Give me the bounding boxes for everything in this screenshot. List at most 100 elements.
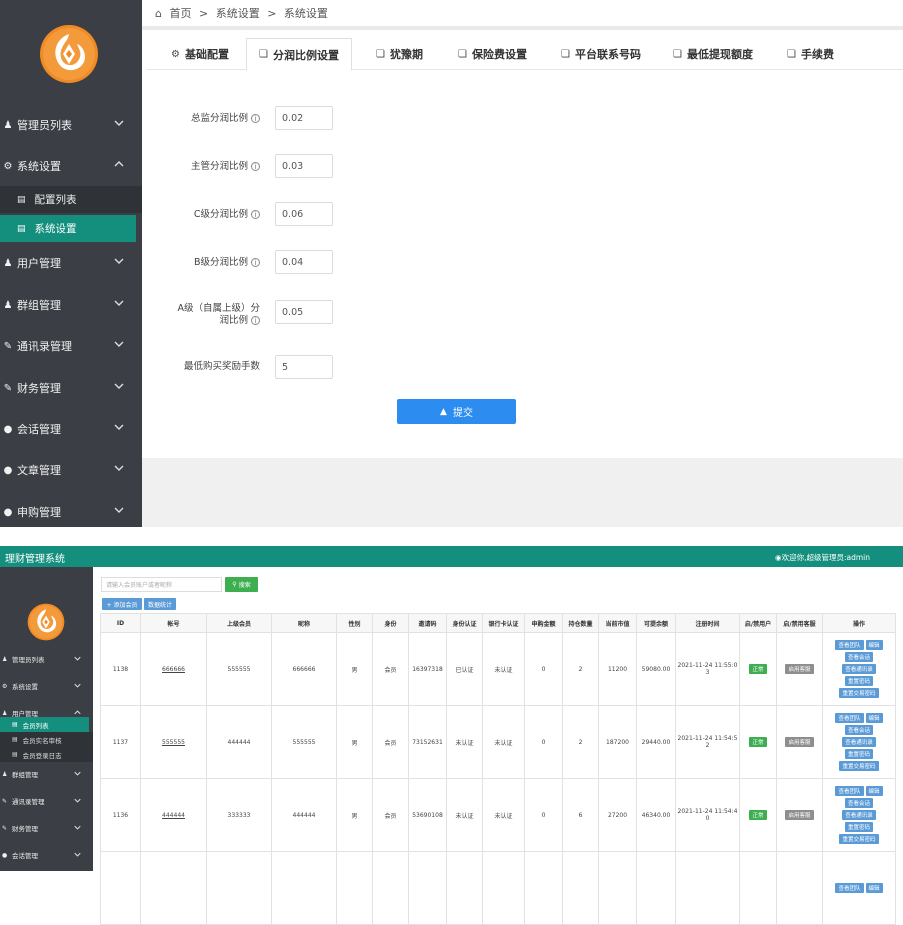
home-icon[interactable]: ⌂	[155, 7, 162, 20]
sidebar-subitem[interactable]: ▤ 会员登录日志	[0, 747, 93, 762]
edit-button[interactable]: 编辑	[865, 883, 883, 893]
a-level-ratio-input[interactable]: 0.05	[275, 300, 333, 324]
chevron-down-icon[interactable]	[74, 655, 81, 662]
sidebar-item[interactable]: ● 申购管理	[0, 497, 142, 527]
cell-bank_auth: 未认证	[482, 632, 525, 706]
view-contacts-button[interactable]: 查看通讯录	[842, 737, 876, 747]
edit-button[interactable]: 编辑	[865, 713, 883, 723]
view-chat-button[interactable]: 查看会话	[844, 725, 873, 735]
tab-insurance[interactable]: ❏ 保险费设置	[458, 38, 527, 70]
submit-button[interactable]: ▲ 提交	[397, 399, 516, 424]
reset-password-button[interactable]: 重置密码	[844, 822, 873, 832]
info-icon[interactable]: i	[251, 114, 260, 123]
sidebar-item[interactable]: ♟ 管理员列表	[0, 649, 93, 669]
tab-basic[interactable]: ⚙ 基础配置	[171, 38, 229, 70]
cs-toggle-button[interactable]: 启用客服	[785, 810, 814, 820]
edit-button[interactable]: 编辑	[865, 786, 883, 796]
sidebar-item[interactable]: ● 会话管理	[0, 414, 142, 444]
view-contacts-button[interactable]: 查看通讯录	[842, 664, 876, 674]
edit-button[interactable]: 编辑	[865, 640, 883, 650]
search-button[interactable]: ⚲ 搜索	[225, 577, 258, 592]
chevron-down-icon[interactable]	[114, 463, 124, 473]
reset-trade-password-button[interactable]: 重置交易密码	[839, 761, 879, 771]
chevron-down-icon[interactable]	[74, 851, 81, 858]
info-icon[interactable]: i	[251, 162, 260, 171]
min-buy-lots-input[interactable]: 5	[275, 355, 333, 379]
chevron-down-icon[interactable]	[114, 339, 124, 349]
sidebar-subitem[interactable]: ▤ 会员实名审核	[0, 732, 93, 747]
info-icon[interactable]: i	[251, 316, 260, 325]
cs-toggle-button[interactable]: 启用客服	[785, 664, 814, 674]
b-level-ratio-input[interactable]: 0.04	[275, 250, 333, 274]
chevron-down-icon[interactable]	[114, 505, 124, 515]
sidebar-item[interactable]: ✎ 财务管理	[0, 373, 142, 403]
stats-button[interactable]: 数据统计	[144, 598, 176, 610]
view-contacts-button[interactable]: 查看通讯录	[842, 810, 876, 820]
status-badge[interactable]: 正常	[749, 810, 767, 820]
breadcrumb-section[interactable]: 系统设置	[216, 7, 260, 20]
view-team-button[interactable]: 查看团队	[835, 786, 864, 796]
sidebar-item[interactable]: ✎ 通讯录管理	[0, 331, 142, 361]
chevron-down-icon[interactable]	[114, 298, 124, 308]
chevron-down-icon[interactable]	[114, 381, 124, 391]
cell-account[interactable]: 555555	[140, 705, 207, 779]
cell	[675, 851, 740, 925]
view-team-button[interactable]: 查看团队	[835, 713, 864, 723]
view-team-button[interactable]: 查看团队	[835, 640, 864, 650]
cell-account[interactable]: 444444	[140, 778, 207, 852]
sidebar-item[interactable]: ♟ 群组管理	[0, 290, 142, 320]
chevron-down-icon[interactable]	[74, 682, 81, 689]
chevron-down-icon[interactable]	[114, 422, 124, 432]
sidebar-item[interactable]: ● 会话管理	[0, 845, 93, 865]
status-badge[interactable]: 正常	[749, 737, 767, 747]
sidebar-item[interactable]: ✎ 财务管理	[0, 818, 93, 838]
column-header: 帐号	[140, 613, 207, 633]
column-header: ID	[100, 613, 141, 633]
tab-min-withdraw[interactable]: ❏ 最低提现额度	[673, 38, 753, 70]
view-team-button[interactable]: 查看团队	[835, 883, 864, 893]
sidebar-item-label: 会话管理	[12, 852, 38, 860]
info-icon[interactable]: i	[251, 210, 260, 219]
director-ratio-input[interactable]: 0.02	[275, 106, 333, 130]
chevron-down-icon[interactable]	[114, 256, 124, 266]
chevron-down-icon[interactable]	[74, 824, 81, 831]
sidebar-subitem[interactable]: ▤ 配置列表	[0, 186, 142, 213]
chevron-down-icon[interactable]	[114, 118, 124, 128]
breadcrumb-home[interactable]: 首页	[169, 7, 191, 20]
reset-password-button[interactable]: 重置密码	[844, 676, 873, 686]
cell-balance: 59080.00	[636, 632, 676, 706]
reset-trade-password-button[interactable]: 重置交易密码	[839, 834, 879, 844]
tab-profit-ratio[interactable]: ❏ 分润比例设置	[246, 38, 352, 71]
supervisor-ratio-input[interactable]: 0.03	[275, 154, 333, 178]
cs-toggle-button[interactable]: 启用客服	[785, 737, 814, 747]
search-input[interactable]: 请输入会员账户或者昵称	[101, 577, 222, 592]
view-chat-button[interactable]: 查看会话	[844, 652, 873, 662]
tab-fee[interactable]: ❏ 手续费	[787, 38, 834, 70]
tab-contact[interactable]: ❏ 平台联系号码	[561, 38, 641, 70]
add-member-button[interactable]: + 添加会员	[102, 598, 142, 610]
sidebar-item[interactable]: ♟ 群组管理	[0, 764, 93, 784]
app-logo	[40, 25, 98, 83]
info-icon[interactable]: i	[251, 258, 260, 267]
chevron-up-icon[interactable]	[114, 159, 124, 169]
tab-hesitation[interactable]: ❏ 犹豫期	[376, 38, 423, 70]
sidebar-item[interactable]: ✎ 通讯录管理	[0, 791, 93, 811]
sidebar-item[interactable]: ♟ 管理员列表	[0, 110, 142, 140]
cell-account[interactable]: 666666	[140, 632, 207, 706]
column-header: 身份认证	[446, 613, 483, 633]
chevron-down-icon[interactable]	[74, 770, 81, 777]
sidebar-item[interactable]: ⚙ 系统设置	[0, 151, 142, 181]
sidebar-subitem[interactable]: ▤ 系统设置	[0, 215, 136, 242]
reset-password-button[interactable]: 重置密码	[844, 749, 873, 759]
chevron-up-icon[interactable]	[74, 709, 81, 716]
sidebar-item[interactable]: ⚙ 系统设置	[0, 676, 93, 696]
cell-gender: 男	[336, 778, 373, 852]
sidebar-item[interactable]: ● 文章管理	[0, 455, 142, 485]
status-badge[interactable]: 正常	[749, 664, 767, 674]
reset-trade-password-button[interactable]: 重置交易密码	[839, 688, 879, 698]
sidebar-subitem[interactable]: ▤ 会员列表	[0, 717, 89, 732]
sidebar-item[interactable]: ♟ 用户管理	[0, 248, 142, 278]
chevron-down-icon[interactable]	[74, 797, 81, 804]
view-chat-button[interactable]: 查看会话	[844, 798, 873, 808]
c-level-ratio-input[interactable]: 0.06	[275, 202, 333, 226]
